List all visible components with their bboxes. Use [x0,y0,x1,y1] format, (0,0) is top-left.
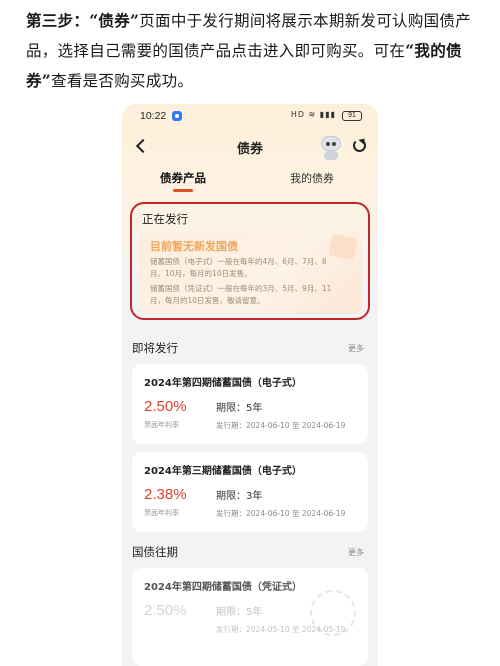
status-time: 10:22 [140,110,167,122]
bond-term-label: 期限： [216,607,246,618]
bond-term-value: 3年 [246,491,263,502]
step-label: 第三步： [26,11,90,30]
bond-rate-label: 票面年利率 [144,509,179,517]
notice-headline: 目前暂无新发国债 [150,240,238,253]
quote-bonds: “债券” [89,11,140,30]
bond-period-label: 发行期： [216,421,246,430]
bond-rate: 2.38% [144,486,187,503]
bond-name: 2024年第四期储蓄国债（凭证式） [144,582,302,593]
bond-period-label: 发行期： [216,625,246,634]
bond-rate: 2.50% [144,398,187,415]
bond-name: 2024年第四期储蓄国债（电子式） [144,378,302,389]
notice-line: 储蓄国债（电子式）一般在每年的4月、6月、7月、8 [150,257,327,266]
tab-my-bonds[interactable]: 我的债券 [290,170,334,186]
robot-body [324,151,338,160]
issuing-now-title: 正在发行 [142,212,188,226]
past-issues-more-link[interactable]: 更多 [348,547,364,558]
bond-term-value: 5年 [246,607,263,618]
bond-period-value: 2024-05-10 至 2024-05-19 [246,625,346,634]
instruction-body-2: 查看是否购买成功。 [51,72,194,90]
bond-name: 2024年第三期储蓄国债（电子式） [144,466,302,477]
notice-line: 月，每月的10日发售，敬请留意。 [150,296,265,305]
robot-assistant-icon[interactable] [318,133,344,161]
robot-head [321,136,341,151]
bond-period: 发行期：2024-06-10 至 2024-06-19 [216,508,345,519]
bond-card-upcoming-1[interactable]: 2024年第四期储蓄国债（电子式） 2.50% 票面年利率 期限：5年 发行期：… [132,364,368,444]
bond-term: 期限：5年 [216,399,262,414]
bond-period: 发行期：2024-06-10 至 2024-06-19 [216,420,345,431]
bond-period: 发行期：2024-05-10 至 2024-05-19 [216,624,345,635]
notice-line: 月、10月，每月的10日发售。 [150,269,252,278]
upcoming-title: 即将发行 [132,341,178,355]
battery-icon: 91 [342,111,362,121]
bond-term: 期限：3年 [216,487,262,502]
top-bar: 债券 [122,128,378,166]
bond-period-value: 2024-06-10 至 2024-06-19 [246,509,346,518]
bond-rate: 2.50% [144,602,187,619]
bond-rate-label: 票面年利率 [144,421,179,429]
upcoming-more-link[interactable]: 更多 [348,343,364,354]
bond-period-label: 发行期： [216,509,246,518]
tab-bond-products[interactable]: 债券产品 [160,170,206,192]
refresh-icon[interactable] [353,139,366,152]
bond-period-value: 2024-06-10 至 2024-06-19 [246,421,346,430]
tab-bar: 债券产品 我的债券 [122,166,378,196]
bond-term-label: 期限： [216,491,246,502]
bond-card-past-1[interactable]: 2024年第四期储蓄国债（凭证式） 2.50% 期限：5年 发行期：2024-0… [132,568,368,666]
past-issues-title: 国债往期 [132,545,178,559]
bond-term-value: 5年 [246,403,263,414]
phone-screenshot: 10:22 HD ≋ ▮▮▮ 91 债券 债券产品 我的债券 正在发行 目前暂无… [122,104,378,666]
status-bar: 10:22 HD ≋ ▮▮▮ 91 [122,104,378,128]
bond-card-upcoming-2[interactable]: 2024年第三期储蓄国债（电子式） 2.38% 票面年利率 期限：3年 发行期：… [132,452,368,532]
no-new-bonds-notice: 目前暂无新发国债 储蓄国债（电子式）一般在每年的4月、6月、7月、8 月、10月… [140,232,362,314]
qq-notification-icon [172,111,182,121]
notice-line: 储蓄国债（凭证式）一般在每年的3月、5月、9月、11 [150,284,332,293]
bond-term: 期限：5年 [216,603,262,618]
bond-term-label: 期限： [216,403,246,414]
issuing-now-section: 正在发行 目前暂无新发国债 储蓄国债（电子式）一般在每年的4月、6月、7月、8 … [130,202,370,320]
signal-icons: HD ≋ ▮▮▮ [290,110,336,119]
instruction-text: 第三步：“债券”页面中于发行期间将展示本期新发可认购国债产品，选择自己需要的国债… [26,6,478,96]
